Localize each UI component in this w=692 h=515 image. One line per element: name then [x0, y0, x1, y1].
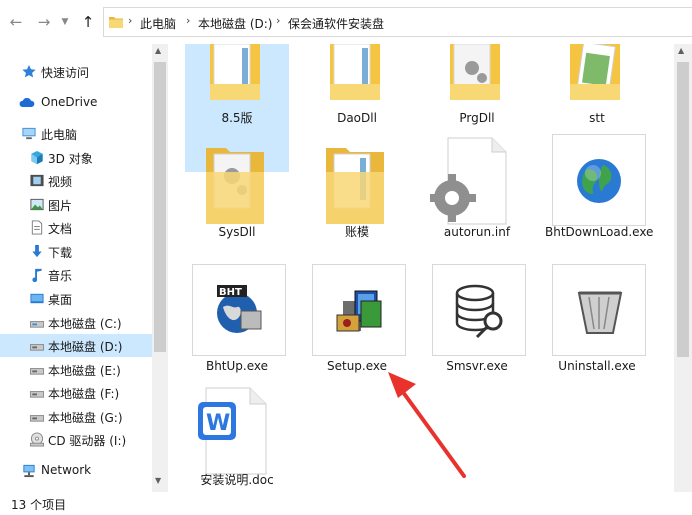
file-thumbnail — [312, 264, 406, 356]
drive-icon — [29, 344, 45, 351]
scrollbar-thumb[interactable] — [677, 62, 689, 357]
nav-item-desktop[interactable]: 桌面 — [0, 287, 152, 310]
document-icon — [31, 220, 43, 235]
nav-item-drive-e[interactable]: 本地磁盘 (E:) — [0, 358, 152, 381]
setup-installer-icon — [336, 290, 382, 332]
svg-text:BHT: BHT — [219, 287, 242, 298]
nav-item-downloads[interactable]: 下载 — [0, 240, 152, 263]
nav-item-drive-f[interactable]: 本地磁盘 (F:) — [0, 381, 152, 404]
breadcrumb-separator: › — [186, 14, 191, 27]
nav-item-this-pc[interactable]: 此电脑 — [0, 122, 152, 145]
scrollbar-thumb[interactable] — [154, 62, 166, 352]
file-thumbnail — [552, 134, 646, 226]
folder-icon — [450, 44, 500, 100]
nav-item-quick-access[interactable]: 快速访问 — [0, 60, 152, 83]
nav-item-network[interactable]: Network — [0, 459, 152, 482]
file-thumbnail — [552, 264, 646, 356]
network-icon — [23, 464, 35, 478]
breadcrumb-current-folder[interactable]: 保会通软件安装盘 — [288, 15, 384, 32]
settings-file-icon — [430, 137, 507, 225]
nav-item-3d-objects[interactable]: 3D 对象 — [0, 146, 152, 169]
breadcrumb-separator: › — [128, 14, 133, 27]
folder-icon — [326, 148, 384, 224]
folder-icon — [570, 44, 620, 100]
navigation-pane: 快速访问 OneDrive 此电脑 3D 对象 视频 图片 文档 下载 音乐 桌… — [0, 52, 152, 492]
scroll-up-icon[interactable]: ▲ — [155, 46, 161, 55]
address-bar[interactable]: › 此电脑 › 本地磁盘 (D:) › 保会通软件安装盘 — [103, 7, 692, 37]
item-count: 13 个项目 — [11, 498, 67, 512]
address-row: ← → ▼ ↑ › 此电脑 › 本地磁盘 (D:) › 保会通软件安装盘 — [0, 0, 692, 44]
nav-item-drive-c[interactable]: 本地磁盘 (C:) — [0, 311, 152, 334]
nav-item-videos[interactable]: 视频 — [0, 169, 152, 192]
nav-item-onedrive[interactable]: OneDrive — [0, 91, 152, 114]
recent-locations-button[interactable]: ▼ — [58, 10, 72, 34]
cube-icon — [31, 150, 43, 165]
desktop-icon — [30, 293, 44, 304]
file-list-scrollbar[interactable]: ▲ — [674, 44, 692, 492]
file-thumbnail: BHT — [192, 264, 286, 356]
globe-icon — [577, 159, 621, 203]
folder-icon — [109, 17, 123, 28]
nav-item-pictures[interactable]: 图片 — [0, 193, 152, 216]
picture-icon — [30, 198, 44, 211]
svg-text:W: W — [206, 411, 230, 436]
up-button[interactable]: ↑ — [78, 10, 98, 34]
folder-icon — [330, 44, 380, 100]
download-icon — [32, 244, 42, 258]
forward-button[interactable]: → — [34, 10, 54, 34]
film-icon — [30, 174, 44, 187]
bht-app-icon: BHT — [217, 285, 262, 333]
breadcrumb-this-pc[interactable]: 此电脑 — [140, 15, 176, 32]
scroll-down-icon[interactable]: ▼ — [155, 476, 161, 485]
star-icon — [22, 64, 36, 78]
computer-icon — [22, 127, 36, 140]
database-key-icon — [455, 284, 503, 339]
nav-item-documents[interactable]: 文档 — [0, 216, 152, 239]
breadcrumb-drive-d[interactable]: 本地磁盘 (D:) — [198, 15, 272, 32]
annotation-arrow-icon — [388, 372, 466, 478]
nav-item-music[interactable]: 音乐 — [0, 263, 152, 286]
status-bar: 13 个项目 — [0, 492, 692, 515]
arrow-left-icon: ← — [9, 13, 23, 31]
nav-item-drive-d[interactable]: 本地磁盘 (D:) — [0, 334, 152, 357]
breadcrumb-separator: › — [276, 14, 281, 27]
navigation-pane-scrollbar[interactable]: ▲ ▼ — [152, 44, 168, 492]
wps-document-icon: W — [198, 387, 267, 475]
cloud-icon — [19, 98, 35, 107]
folder-icon — [210, 44, 260, 100]
music-icon — [32, 268, 42, 282]
file-thumbnail — [432, 264, 526, 356]
arrow-up-icon: ↑ — [81, 13, 95, 31]
scroll-up-icon[interactable]: ▲ — [678, 46, 684, 55]
drive-icon — [29, 321, 45, 328]
drive-icon — [29, 368, 45, 375]
cd-drive-icon — [29, 432, 45, 447]
drive-icon — [29, 391, 45, 398]
nav-item-cd-drive-i[interactable]: CD 驱动器 (I:) — [0, 428, 152, 451]
arrow-right-icon: → — [37, 13, 51, 31]
recycle-bin-icon — [577, 291, 623, 334]
chevron-down-icon: ▼ — [61, 17, 69, 27]
back-button[interactable]: ← — [6, 10, 26, 34]
nav-item-drive-g[interactable]: 本地磁盘 (G:) — [0, 405, 152, 428]
folder-icon — [206, 148, 264, 224]
drive-icon — [29, 415, 45, 422]
